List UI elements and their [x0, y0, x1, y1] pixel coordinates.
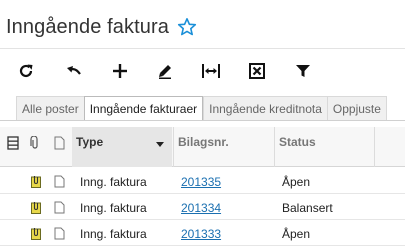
tab-inngaende-fakturaer[interactable]: Inngående fakturaer: [83, 96, 204, 121]
cell-type: Inng. faktura: [80, 200, 147, 215]
attachment-icon[interactable]: [30, 135, 40, 153]
row-indicator-icon[interactable]: [7, 136, 19, 153]
column-header-bilagsnr[interactable]: Bilagsnr.: [173, 127, 273, 167]
filter-icon[interactable]: [291, 60, 315, 82]
fit-width-icon[interactable]: [199, 60, 223, 82]
grid-header: Type Bilagsnr. Status: [0, 127, 405, 167]
table-row[interactable]: Inng. faktura 201335 Åpen: [0, 169, 405, 194]
cell-bilagsnr-link[interactable]: 201333: [181, 221, 221, 246]
note-icon[interactable]: [54, 175, 65, 191]
attachment-file-icon[interactable]: [31, 201, 41, 217]
column-header-status[interactable]: Status: [274, 127, 374, 167]
table-row[interactable]: Inng. faktura 201333 Åpen: [0, 221, 405, 246]
cell-status: Åpen: [282, 174, 311, 189]
cell-bilagsnr-link[interactable]: 201335: [181, 169, 221, 194]
cell-bilagsnr-link[interactable]: 201334: [181, 195, 221, 220]
undo-icon[interactable]: [62, 60, 86, 82]
page-header: Inngående faktura: [6, 13, 197, 41]
cell-status: Åpen: [282, 226, 311, 241]
attachment-file-icon[interactable]: [31, 227, 41, 243]
note-icon[interactable]: [54, 227, 65, 243]
page-title: Inngående faktura: [6, 15, 169, 38]
tab-alle-poster[interactable]: Alle poster: [16, 96, 84, 121]
note-icon[interactable]: [54, 201, 65, 217]
edit-icon[interactable]: [153, 60, 177, 82]
toolbar: [0, 56, 405, 86]
star-outline-icon[interactable]: [177, 17, 197, 37]
add-icon[interactable]: [108, 60, 132, 82]
cell-type: Inng. faktura: [80, 226, 147, 241]
tab-bar: Alle poster Inngående fakturaer Inngåend…: [16, 96, 387, 121]
header-divider: [0, 48, 405, 49]
note-icon[interactable]: [54, 136, 65, 153]
invoice-grid: Type Bilagsnr. Status Inng. faktura 2013…: [0, 127, 405, 250]
column-header-type[interactable]: Type: [72, 127, 172, 167]
refresh-icon[interactable]: [14, 60, 38, 82]
column-separator: [374, 127, 375, 167]
tabs-divider: [0, 120, 405, 121]
tab-inngaende-kreditnota[interactable]: Inngående kreditnota: [203, 96, 327, 121]
sort-desc-icon[interactable]: [156, 137, 164, 151]
column-header-type-label: Type: [76, 135, 104, 149]
attachment-file-icon[interactable]: [31, 175, 41, 191]
tab-oppjustering[interactable]: Oppjuste: [326, 96, 387, 121]
export-excel-icon[interactable]: [245, 60, 269, 82]
cell-type: Inng. faktura: [80, 174, 147, 189]
cell-status: Balansert: [282, 200, 333, 215]
table-row[interactable]: Inng. faktura 201334 Balansert: [0, 195, 405, 220]
